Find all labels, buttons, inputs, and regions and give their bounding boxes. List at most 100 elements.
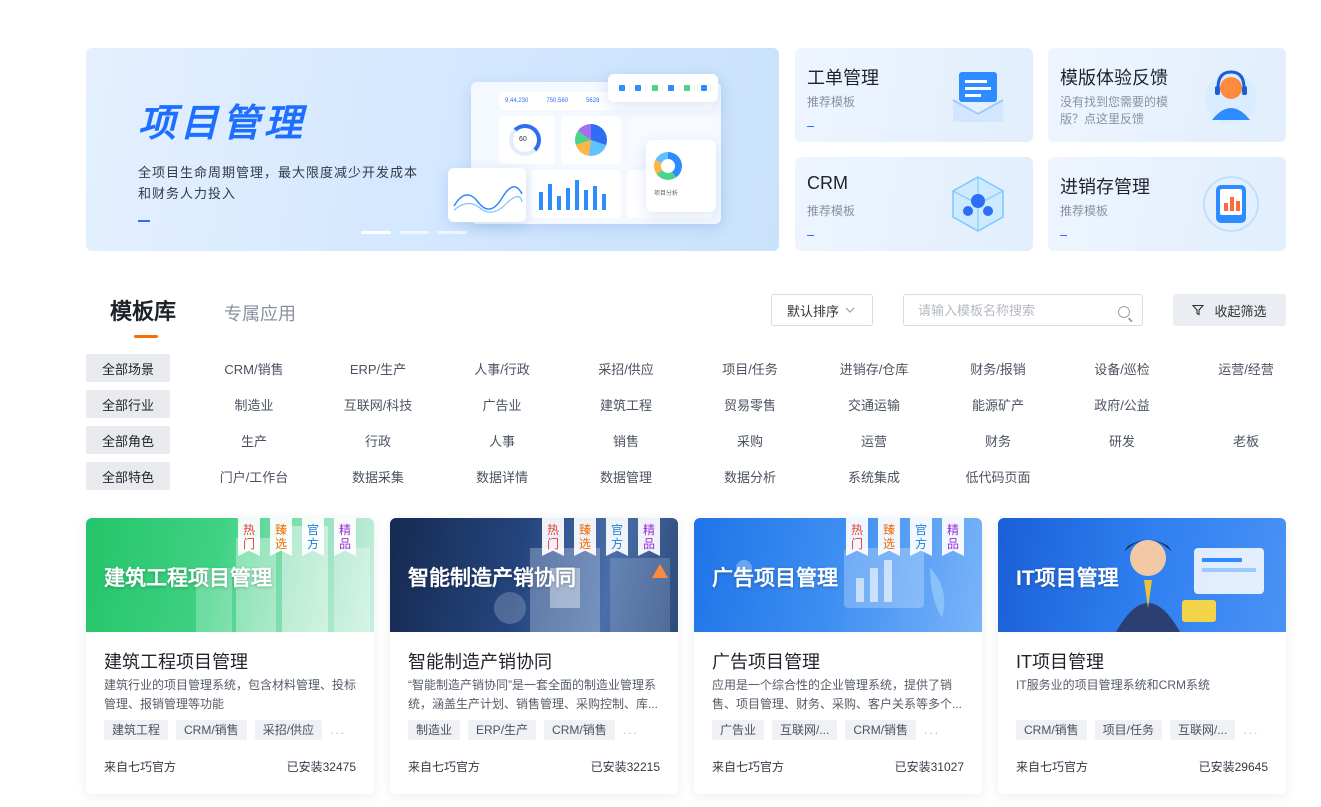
card-banner: 广告项目管理 热门 臻选 官方 精品 — [694, 518, 982, 632]
tile-title: 模版体验反馈 — [1060, 68, 1168, 88]
filter-all-feature[interactable]: 全部特色 — [86, 462, 170, 490]
filter-row-industry: 全部行业 制造业 互联网/科技 广告业 建筑工程 贸易零售 交通运输 能源矿产 … — [86, 390, 1184, 418]
filter-option[interactable]: 贸易零售 — [688, 395, 812, 414]
tile-inventory[interactable]: 进销存管理 推荐模板 — [1048, 157, 1286, 251]
tab-template-library[interactable]: 模板库 — [110, 294, 176, 338]
filter-all-scenario[interactable]: 全部场景 — [86, 354, 170, 382]
tile-dash — [807, 126, 814, 127]
ribbon-selected: 臻选 — [878, 518, 900, 556]
filter-option[interactable]: CRM/销售 — [192, 359, 316, 378]
hero-banner[interactable]: 项目管理 全项目生命周期管理，最大限度减少开发成本和财务人力投入 9,44,23… — [86, 48, 779, 251]
filter-button-label: 收起筛选 — [1214, 303, 1267, 319]
chevron-down-icon — [845, 307, 855, 313]
filter-option[interactable]: 财务 — [936, 431, 1060, 450]
card-install-count: 已安装32475 — [286, 760, 356, 774]
ribbon-hot: 热门 — [238, 518, 260, 556]
ribbon-hot: 热门 — [846, 518, 868, 556]
filter-option[interactable]: 项目/任务 — [688, 359, 812, 378]
filter-option[interactable]: 数据管理 — [564, 467, 688, 486]
sort-dropdown[interactable]: 默认排序 — [771, 294, 873, 326]
filter-row-role: 全部角色 生产 行政 人事 销售 采购 运营 财务 研发 老板 — [86, 426, 1308, 454]
filter-option[interactable]: 数据采集 — [316, 467, 440, 486]
filter-option[interactable]: 数据详情 — [440, 467, 564, 486]
filter-option[interactable]: 研发 — [1060, 431, 1184, 450]
search-icon[interactable] — [1118, 306, 1130, 318]
filter-option[interactable]: 进销存/仓库 — [812, 359, 936, 378]
filter-option[interactable]: 能源矿产 — [936, 395, 1060, 414]
donut-chart-card: 项目分析 — [646, 140, 716, 212]
filter-option[interactable]: 数据分析 — [688, 467, 812, 486]
hero-dash — [138, 220, 150, 222]
filter-option[interactable]: 人事 — [440, 431, 564, 450]
card-description: “智能制造产销协同”是一套全面的制造业管理系统，涵盖生产计划、销售管理、采购控制… — [408, 678, 659, 711]
mock-stat: 9,44,230 — [505, 98, 529, 104]
card-source: 来自七巧官方 — [408, 760, 481, 774]
hero-title: 项目管理 — [138, 101, 307, 145]
card-tag: 广告业 — [712, 720, 765, 740]
card-title: 建筑工程项目管理 — [104, 652, 248, 672]
tile-ticket-management[interactable]: 工单管理 推荐模板 — [795, 48, 1033, 142]
filter-option[interactable]: 互联网/科技 — [316, 395, 440, 414]
filter-option[interactable]: 交通运输 — [812, 395, 936, 414]
tile-subtitle: 推荐模板 — [1060, 204, 1109, 218]
card-source: 来自七巧官方 — [104, 760, 177, 774]
filter-option[interactable]: 生产 — [192, 431, 316, 450]
filter-option[interactable]: 低代码页面 — [936, 467, 1060, 486]
card-install-count: 已安装29645 — [1198, 760, 1268, 774]
carousel-dot[interactable] — [361, 231, 391, 234]
tile-template-feedback[interactable]: 模版体验反馈 没有找到您需要的模版？点这里反馈 — [1048, 48, 1286, 142]
filter-option[interactable]: 设备/巡检 — [1060, 359, 1184, 378]
template-card[interactable]: 智能制造产销协同 热门 臻选 官方 精品 智能制造产销协同 “智能制造产销协同”… — [390, 518, 678, 794]
carousel-dot[interactable] — [399, 231, 429, 234]
ribbon-official: 官方 — [910, 518, 932, 556]
template-card[interactable]: IT项目管理 IT项目管理 IT服务业的项目管理系统和CRM系统 CRM/销售 … — [998, 518, 1286, 794]
filter-option[interactable]: 政府/公益 — [1060, 395, 1184, 414]
support-agent-icon — [1205, 70, 1257, 124]
card-description: 应用是一个综合性的企业管理系统，提供了销售、项目管理、财务、采购、客户关系等多个… — [712, 678, 963, 711]
card-tag: 采招/供应 — [254, 720, 323, 740]
filter-all-role[interactable]: 全部角色 — [86, 426, 170, 454]
filter-option[interactable]: 运营/经营 — [1184, 359, 1308, 378]
card-tag: CRM/销售 — [176, 720, 247, 740]
card-description: IT服务业的项目管理系统和CRM系统 — [1016, 678, 1210, 692]
tab-exclusive-apps[interactable]: 专属应用 — [224, 300, 296, 336]
filter-option[interactable]: ERP/生产 — [316, 359, 440, 378]
filter-option[interactable]: 运营 — [812, 431, 936, 450]
filter-option[interactable]: 系统集成 — [812, 467, 936, 486]
card-source: 来自七巧官方 — [712, 760, 785, 774]
card-banner-title: 广告项目管理 — [712, 567, 838, 590]
card-install-count: 已安装32215 — [590, 760, 660, 774]
card-title: IT项目管理 — [1016, 652, 1104, 672]
card-install-count: 已安装31027 — [894, 760, 964, 774]
collapse-filter-button[interactable]: 收起筛选 — [1173, 294, 1286, 326]
ribbon-premium: 精品 — [638, 518, 660, 556]
card-banner: 智能制造产销协同 热门 臻选 官方 精品 — [390, 518, 678, 632]
card-tags: 建筑工程 CRM/销售 采招/供应 ... — [104, 720, 346, 740]
filter-option[interactable]: 采招/供应 — [564, 359, 688, 378]
card-banner-title: 建筑工程项目管理 — [104, 567, 272, 590]
filter-all-industry[interactable]: 全部行业 — [86, 390, 170, 418]
tile-crm[interactable]: CRM 推荐模板 — [795, 157, 1033, 251]
filter-option[interactable]: 财务/报销 — [936, 359, 1060, 378]
template-card[interactable]: 建筑工程项目管理 热门 臻选 官方 精品 建筑工程项目管理 建筑行业的项目管理系… — [86, 518, 374, 794]
more-tags-indicator: ... — [1243, 723, 1260, 737]
filter-option[interactable]: 采购 — [688, 431, 812, 450]
filter-option[interactable]: 广告业 — [440, 395, 564, 414]
filter-option[interactable]: 老板 — [1184, 431, 1308, 450]
card-tags: 广告业 互联网/... CRM/销售 ... — [712, 720, 940, 740]
filter-option[interactable]: 行政 — [316, 431, 440, 450]
sort-label: 默认排序 — [787, 303, 840, 319]
filter-option[interactable]: 销售 — [564, 431, 688, 450]
filter-option[interactable]: 人事/行政 — [440, 359, 564, 378]
card-tag: ERP/生产 — [468, 720, 537, 740]
filter-option[interactable]: 门户/工作台 — [192, 467, 316, 486]
filter-option[interactable]: 制造业 — [192, 395, 316, 414]
filter-option[interactable]: 建筑工程 — [564, 395, 688, 414]
crm-cube-icon — [952, 176, 1004, 232]
template-card[interactable]: 广告项目管理 热门 臻选 官方 精品 广告项目管理 应用是一个综合性的企业管理系… — [694, 518, 982, 794]
search-input[interactable] — [918, 301, 1108, 319]
tile-title: 进销存管理 — [1060, 177, 1150, 197]
more-tags-indicator: ... — [622, 723, 639, 737]
carousel-dot[interactable] — [437, 231, 467, 234]
ribbon-official: 官方 — [302, 518, 324, 556]
